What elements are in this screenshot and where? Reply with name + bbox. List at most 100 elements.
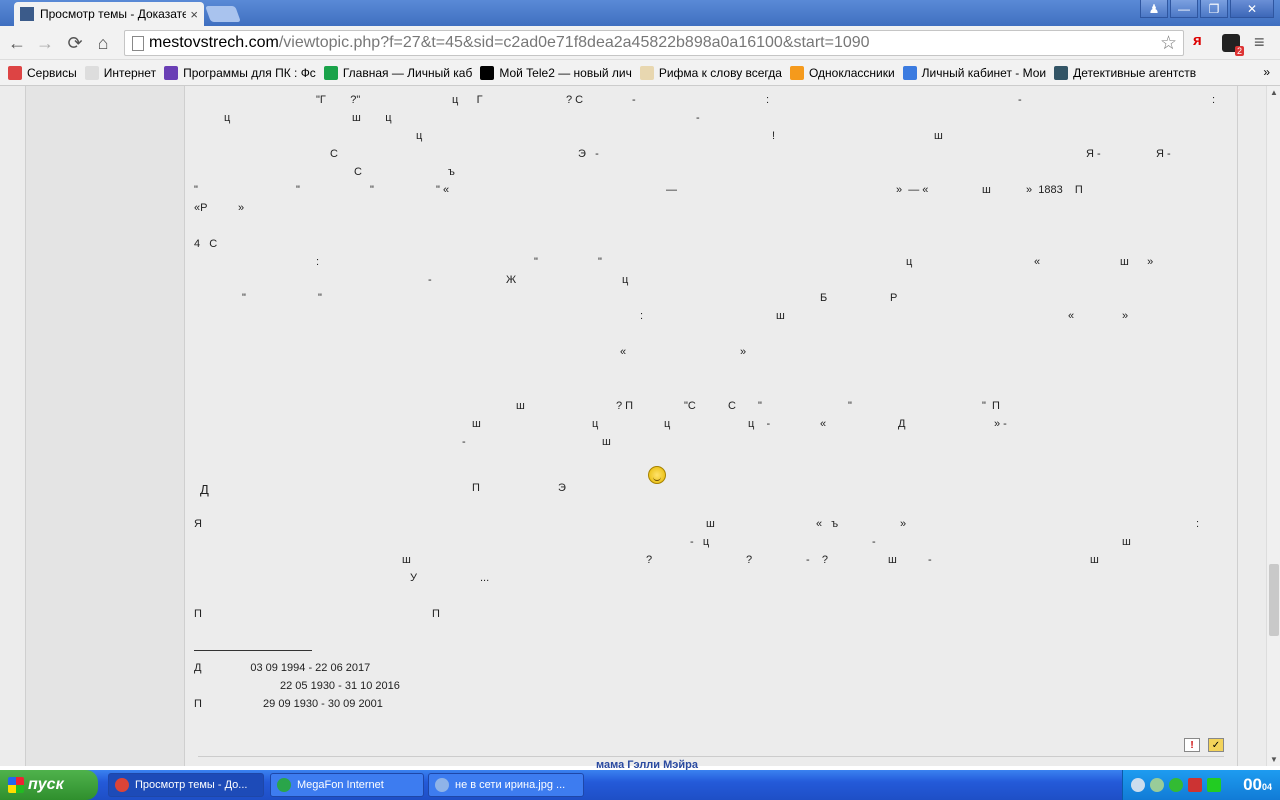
- signature-line: 22 05 1930 - 31 10 2016: [280, 680, 400, 692]
- network-icon[interactable]: [1150, 778, 1164, 792]
- bookmark-item[interactable]: Мой Tele2 — новый лич: [480, 65, 632, 80]
- clock[interactable]: 0004: [1243, 775, 1272, 795]
- scroll-down-icon[interactable]: ▼: [1270, 755, 1278, 764]
- bookmark-icon: [789, 65, 804, 80]
- bookmark-icon: [323, 65, 338, 80]
- bookmark-star-icon[interactable]: ☆: [1160, 32, 1177, 55]
- post-text-fragment: «: [820, 418, 827, 430]
- post-text-fragment: ш: [1090, 554, 1099, 566]
- scrollbar-thumb[interactable]: [1269, 564, 1279, 636]
- bookmark-icon: [8, 65, 22, 80]
- post-text-fragment: Д: [898, 418, 906, 430]
- post-text-fragment: Я -: [1086, 148, 1101, 160]
- restore-button[interactable]: ❐: [1200, 0, 1228, 18]
- post-text-fragment: :: [316, 256, 320, 268]
- minimize-button[interactable]: —: [1170, 0, 1198, 18]
- post-text-fragment: - ц: [690, 536, 710, 548]
- bookmark-item[interactable]: Сервисы: [8, 65, 77, 80]
- forward-icon[interactable]: →: [34, 32, 56, 54]
- yandex-extension-icon[interactable]: я: [1193, 32, 1202, 49]
- taskbar-item[interactable]: MegaFon Internet: [270, 773, 424, 797]
- report-icon[interactable]: !: [1184, 738, 1200, 752]
- post-body: ! ✓ мама Гэлли Мэйра "Г ?" ц Г? С-:-:цш ц…: [186, 86, 1238, 771]
- post-text-fragment: » — «: [896, 184, 929, 196]
- bookmarks-more-icon[interactable]: »: [1263, 65, 1270, 79]
- post-text-fragment: П: [432, 608, 440, 620]
- post-text-fragment: »: [900, 518, 907, 530]
- tab-close-icon[interactable]: ×: [190, 7, 198, 22]
- post-text-fragment: »: [740, 346, 747, 358]
- home-icon[interactable]: ⌂: [92, 32, 114, 54]
- post-text-fragment: » -: [994, 418, 1007, 430]
- taskbar-item-label: не в сети ирина.jpg ...: [455, 779, 566, 791]
- post-text-fragment: ц Г: [452, 94, 483, 106]
- window-controls: ♟ — ❐ ✕: [1138, 0, 1274, 18]
- post-text-fragment: Д: [200, 482, 209, 497]
- close-button[interactable]: ✕: [1230, 0, 1274, 18]
- taskbar-item[interactable]: Просмотр темы - До...: [108, 773, 264, 797]
- post-text-fragment: :: [1196, 518, 1200, 530]
- post-text-fragment: ш: [934, 130, 943, 142]
- user-icon[interactable]: ♟: [1140, 0, 1168, 18]
- post-text-fragment: ": [534, 256, 538, 268]
- post-text-fragment: ...: [480, 572, 490, 584]
- start-button[interactable]: пуск: [0, 770, 98, 800]
- post-text-fragment: ш »: [1120, 256, 1154, 268]
- post-text-fragment: -: [1018, 94, 1022, 106]
- bookmark-item[interactable]: Личный кабинет - Мои: [902, 65, 1046, 80]
- bookmark-item[interactable]: Детективные агентств: [1054, 65, 1197, 80]
- bookmark-item[interactable]: Главная — Личный каб: [323, 65, 473, 80]
- browser-toolbar: ← → ⟳ ⌂ mestovstrech.com/viewtopic.php?f…: [0, 26, 1280, 60]
- windows-logo-icon: [8, 777, 24, 793]
- post-text-fragment: ц: [906, 256, 913, 268]
- taskbar-item[interactable]: не в сети ирина.jpg ...: [428, 773, 584, 797]
- bookmark-icon: [84, 65, 99, 80]
- post-text-fragment: ш: [602, 436, 611, 448]
- scroll-up-icon[interactable]: ▲: [1270, 88, 1278, 97]
- post-text-fragment: Э -: [578, 148, 599, 160]
- post-text-fragment: ш: [516, 400, 525, 412]
- browser-tab[interactable]: Просмотр темы - Доказате ×: [14, 2, 204, 26]
- post-text-fragment: ? С: [566, 94, 584, 106]
- bookmark-label: Рифма к слову всегда: [658, 65, 782, 80]
- post-text-fragment: " «: [436, 184, 450, 196]
- new-tab-button[interactable]: [205, 6, 241, 22]
- extension-icon[interactable]: 2: [1222, 34, 1244, 56]
- url-path: /viewtopic.php?f=27&t=45&sid=c2ad0e71f8d…: [278, 34, 870, 51]
- tray-arrow-icon[interactable]: [1131, 778, 1145, 792]
- thanks-icon[interactable]: ✓: [1208, 738, 1224, 752]
- post-text-fragment: С: [354, 166, 362, 178]
- post-text-fragment: ш: [472, 418, 481, 430]
- bookmark-label: Сервисы: [27, 65, 77, 80]
- post-text-fragment: -: [462, 436, 466, 448]
- app-icon: [115, 778, 129, 792]
- menu-icon[interactable]: ≡: [1254, 32, 1265, 53]
- battery-icon[interactable]: [1207, 778, 1221, 792]
- signal-icon[interactable]: [1169, 778, 1183, 792]
- post-text-fragment: -: [696, 112, 700, 124]
- post-text-fragment: ш ц: [352, 112, 392, 124]
- back-icon[interactable]: ←: [6, 32, 28, 54]
- bookmark-label: Интернет: [103, 65, 157, 80]
- post-text-fragment: -: [428, 274, 432, 286]
- vertical-scrollbar[interactable]: ▲ ▼: [1266, 86, 1280, 766]
- bookmark-item[interactable]: Программы для ПК : Фс: [164, 65, 316, 80]
- post-text-fragment: ш: [1122, 536, 1131, 548]
- post-text-fragment: ?: [646, 554, 653, 566]
- post-text-fragment: «Р »: [194, 202, 245, 214]
- language-icon[interactable]: [1188, 778, 1202, 792]
- bookmark-label: Главная — Личный каб: [342, 65, 473, 80]
- post-text-fragment: "Г ?": [316, 94, 361, 106]
- bookmark-label: Детективные агентств: [1073, 65, 1197, 80]
- post-text-fragment: ?: [746, 554, 753, 566]
- post-text-fragment: :: [1212, 94, 1216, 106]
- reload-icon[interactable]: ⟳: [64, 32, 86, 54]
- bookmark-item[interactable]: Интернет: [84, 65, 157, 80]
- post-text-fragment: «: [620, 346, 627, 358]
- bookmark-item[interactable]: Рифма к слову всегда: [639, 65, 782, 80]
- bookmark-item[interactable]: Одноклассники: [789, 65, 895, 80]
- app-icon: [435, 778, 449, 792]
- app-icon: [277, 778, 291, 792]
- post-text-fragment: ш: [888, 554, 897, 566]
- address-bar[interactable]: mestovstrech.com/viewtopic.php?f=27&t=45…: [124, 30, 1184, 56]
